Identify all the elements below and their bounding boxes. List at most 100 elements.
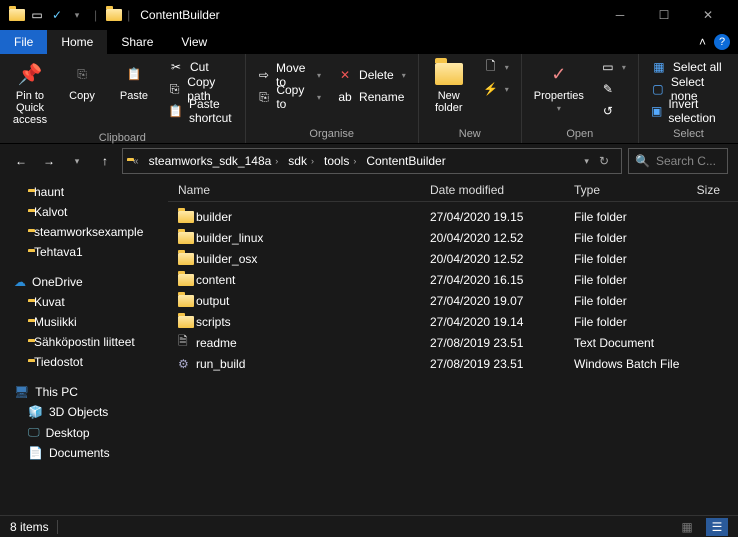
table-row[interactable]: ⚙run_build27/08/2019 23.51Windows Batch … xyxy=(168,353,738,374)
file-date: 27/04/2020 16.15 xyxy=(430,273,574,287)
edit-icon: ✎ xyxy=(600,81,616,97)
tab-file[interactable]: File xyxy=(0,30,47,54)
nav-item[interactable]: 🧊3D Objects xyxy=(0,402,168,422)
nav-item[interactable]: Kuvat xyxy=(0,292,168,312)
table-row[interactable]: scripts27/04/2020 19.14File folder xyxy=(168,311,738,332)
file-type: Windows Batch File xyxy=(574,357,704,371)
pin-to-quick-access-button[interactable]: 📌 Pin to Quick access xyxy=(6,56,54,130)
table-row[interactable]: builder_osx20/04/2020 12.52File folder xyxy=(168,248,738,269)
edit-button[interactable]: ✎ xyxy=(594,78,632,100)
properties-icon: ✓ xyxy=(545,60,573,88)
col-date[interactable]: Date modified xyxy=(430,183,574,197)
titlebar: ▭ ✓ ▾ | | ContentBuilder ─ ☐ ✕ xyxy=(0,0,738,30)
nav-item[interactable]: haunt xyxy=(0,182,168,202)
delete-button[interactable]: ✕Delete▾ xyxy=(331,64,412,86)
crumb-0[interactable]: steamworks_sdk_148a› xyxy=(145,154,283,168)
new-folder-qat-icon[interactable]: ✓ xyxy=(48,6,66,24)
nav-item[interactable]: Tehtava1 xyxy=(0,242,168,262)
file-date: 27/08/2019 23.51 xyxy=(430,357,574,371)
file-name: output xyxy=(196,294,430,308)
history-icon: ↺ xyxy=(600,103,616,119)
history-button[interactable]: ↺ xyxy=(594,100,632,122)
nav-item[interactable]: 🖵Desktop xyxy=(0,422,168,443)
navigation-pane[interactable]: hauntKalvotsteamworksexampleTehtava1 ☁On… xyxy=(0,178,168,515)
file-icon: 🗎 xyxy=(178,332,196,353)
file-name: run_build xyxy=(196,357,430,371)
qat-dropdown-icon[interactable]: ▾ xyxy=(68,6,86,24)
nav-this-pc[interactable]: 🖥This PC xyxy=(0,382,168,402)
table-row[interactable]: builder_linux20/04/2020 12.52File folder xyxy=(168,227,738,248)
nav-item[interactable]: Kalvot xyxy=(0,202,168,222)
main-area: hauntKalvotsteamworksexampleTehtava1 ☁On… xyxy=(0,178,738,515)
file-date: 27/08/2019 23.51 xyxy=(430,336,574,350)
ribbon-tabs: File Home Share View ˄ ? xyxy=(0,30,738,54)
properties-qat-icon[interactable]: ▭ xyxy=(28,6,46,24)
new-item-icon: 🗋 xyxy=(483,59,499,75)
forward-button[interactable]: → xyxy=(38,150,60,172)
select-none-icon: ▢ xyxy=(651,81,665,97)
crumb-2[interactable]: tools› xyxy=(320,154,360,168)
address-bar[interactable]: « steamworks_sdk_148a› sdk› tools› Conte… xyxy=(122,148,622,174)
paste-button[interactable]: 📋 Paste xyxy=(110,56,158,106)
file-rows[interactable]: builder27/04/2020 19.15File folderbuilde… xyxy=(168,202,738,515)
properties-button[interactable]: ✓ Properties ▾ xyxy=(528,56,590,117)
file-type: Text Document xyxy=(574,336,704,350)
up-button[interactable]: ↑ xyxy=(94,150,116,172)
tab-share[interactable]: Share xyxy=(107,30,167,54)
nav-onedrive[interactable]: ☁OneDrive xyxy=(0,272,168,292)
close-button[interactable]: ✕ xyxy=(686,0,730,30)
open-icon: ▭ xyxy=(600,59,616,75)
col-size[interactable]: Size xyxy=(692,183,738,197)
nav-item[interactable]: Tiedostot xyxy=(0,352,168,372)
minimize-button[interactable]: ─ xyxy=(598,0,642,30)
file-type: File folder xyxy=(574,315,704,329)
nav-item[interactable]: Musiikki xyxy=(0,312,168,332)
nav-item[interactable]: steamworksexample xyxy=(0,222,168,242)
copy-to-button[interactable]: ⎘Copy to▾ xyxy=(252,86,327,108)
file-icon: ⚙ xyxy=(178,357,196,371)
table-row[interactable]: output27/04/2020 19.07File folder xyxy=(168,290,738,311)
file-type: File folder xyxy=(574,273,704,287)
nav-item[interactable]: 📄Documents xyxy=(0,443,168,463)
file-list-pane: ˄ Name Date modified Type Size builder27… xyxy=(168,178,738,515)
invert-selection-icon: ▣ xyxy=(651,103,662,119)
open-button[interactable]: ▭▾ xyxy=(594,56,632,78)
table-row[interactable]: builder27/04/2020 19.15File folder xyxy=(168,206,738,227)
refresh-icon[interactable]: ↻ xyxy=(599,154,609,168)
folder-icon: 🧊 xyxy=(28,405,43,419)
tab-home[interactable]: Home xyxy=(47,30,107,54)
view-details-button[interactable]: ☰ xyxy=(706,518,728,536)
recent-dropdown[interactable]: ▾ xyxy=(66,150,88,172)
new-item-button[interactable]: 🗋▾ xyxy=(477,56,515,78)
col-name[interactable]: Name xyxy=(178,183,430,197)
crumb-3[interactable]: ContentBuilder xyxy=(362,154,449,168)
search-input[interactable]: 🔍 Search C... xyxy=(628,148,728,174)
invert-selection-button[interactable]: ▣Invert selection xyxy=(645,100,732,122)
back-button[interactable]: ← xyxy=(10,150,32,172)
chevron-up-icon[interactable]: ˄ xyxy=(699,35,706,49)
easy-access-button[interactable]: ⚡▾ xyxy=(477,78,515,100)
copy-button[interactable]: ⎘ Copy xyxy=(58,56,106,106)
file-icon xyxy=(178,253,196,265)
tab-view[interactable]: View xyxy=(167,30,221,54)
chevron-down-icon[interactable]: ▾ xyxy=(584,156,589,167)
paste-icon: 📋 xyxy=(120,60,148,88)
table-row[interactable]: content27/04/2020 16.15File folder xyxy=(168,269,738,290)
view-large-icons-button[interactable]: ▦ xyxy=(676,518,698,536)
select-all-icon: ▦ xyxy=(651,59,667,75)
copy-path-icon: ⎘ xyxy=(168,81,181,97)
help-icon[interactable]: ? xyxy=(714,34,730,50)
column-headers[interactable]: Name Date modified Type Size xyxy=(168,178,738,202)
group-label-new: New xyxy=(425,126,515,143)
file-name: builder xyxy=(196,210,430,224)
paste-shortcut-button[interactable]: 📋Paste shortcut xyxy=(162,100,239,122)
new-folder-button[interactable]: New folder xyxy=(425,56,473,118)
rename-button[interactable]: abRename xyxy=(331,86,412,108)
col-type[interactable]: Type xyxy=(574,183,692,197)
crumb-1[interactable]: sdk› xyxy=(284,154,318,168)
nav-item[interactable]: Sähköpostin liitteet xyxy=(0,332,168,352)
table-row[interactable]: 🗎readme27/08/2019 23.51Text Document xyxy=(168,332,738,353)
maximize-button[interactable]: ☐ xyxy=(642,0,686,30)
scissors-icon: ✂ xyxy=(168,59,184,75)
file-date: 20/04/2020 12.52 xyxy=(430,252,574,266)
